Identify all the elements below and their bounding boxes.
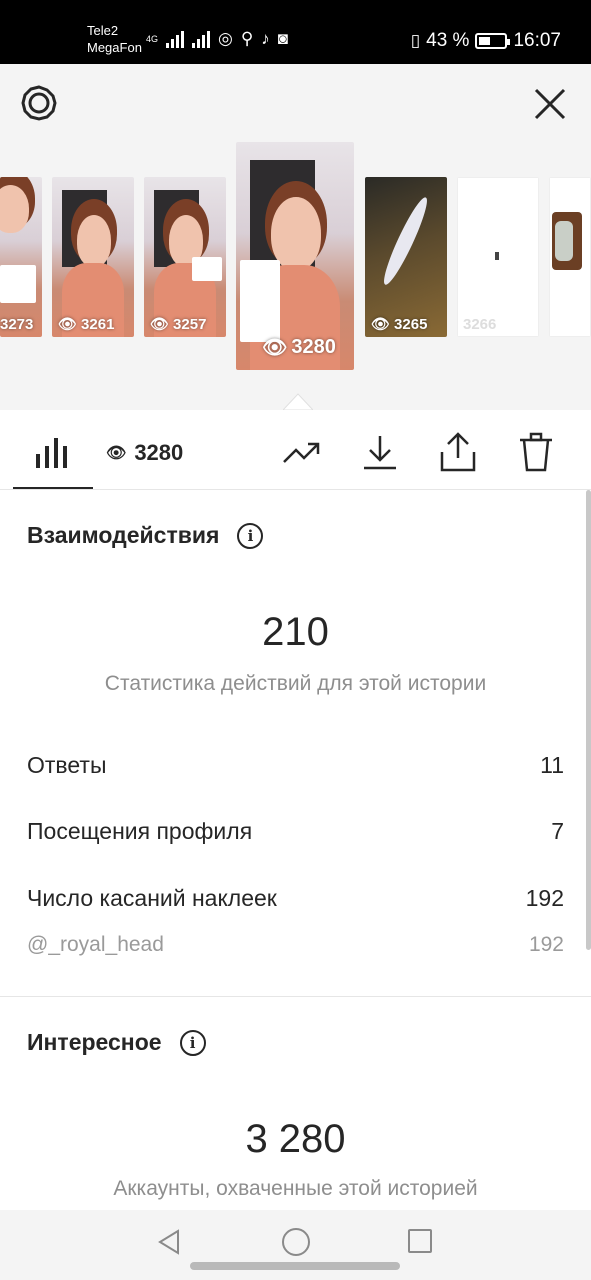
section-divider (0, 996, 591, 997)
eye-icon: 👁 (150, 316, 170, 333)
battery-icon (475, 33, 511, 49)
stat-value: 7 (551, 818, 564, 844)
story-thumbnail[interactable]: 👁 3265 (365, 177, 447, 337)
eye-icon: 👁 (371, 316, 391, 333)
story-strip: 3273 👁 3261 👁 3257 👁 3280 👁 3265 3266 (0, 64, 591, 410)
share-icon[interactable] (436, 430, 480, 474)
story-thumbnail[interactable] (549, 177, 591, 337)
view-count: 3261 (81, 315, 115, 333)
recent-apps-icon[interactable] (408, 1229, 432, 1253)
status-icons-left: 4G ◎ ⚲ ♪ ◙ (146, 30, 288, 48)
view-count: 3280 (291, 336, 336, 358)
view-count: 3257 (173, 315, 207, 333)
system-nav-bar (0, 1210, 591, 1280)
signal-1-icon (166, 30, 184, 48)
stat-label: Число касаний наклеек (27, 885, 277, 911)
signal-2-icon (192, 30, 210, 48)
vibrate-icon: ▯ (410, 31, 421, 50)
interactions-total: 210 (262, 610, 329, 654)
view-count: 3265 (394, 315, 428, 333)
search-icon: ⚲ (240, 29, 254, 48)
view-count: 3266 (463, 316, 497, 333)
home-icon[interactable] (282, 1228, 310, 1256)
stat-label: @_royal_head (27, 933, 164, 956)
info-icon[interactable]: i (237, 522, 264, 549)
gear-icon[interactable] (20, 84, 58, 122)
battery-percent: 43 % (426, 30, 470, 51)
network-type: 4G (146, 33, 159, 44)
trend-icon[interactable] (280, 430, 324, 474)
story-thumbnail-selected[interactable]: 👁 3280 (236, 142, 354, 370)
discovery-title: Интересное (27, 1029, 162, 1055)
story-thumbnail[interactable]: 👁 3261 (52, 177, 134, 337)
viewers-tab[interactable]: 👁 3280 (106, 440, 183, 466)
stat-label: Посещения профиля (27, 818, 253, 844)
scrollbar[interactable] (586, 490, 591, 950)
discovery-caption: Аккаунты, охваченные этой историей (113, 1177, 478, 1200)
viewers-count: 3280 (134, 440, 184, 465)
eye-icon: 👁 (262, 337, 288, 359)
status-bar: Tele2 MegaFon 4G ◎ ⚲ ♪ ◙ ▯ 43 % 16:07 (0, 0, 591, 64)
eye-icon: 👁 (106, 445, 127, 462)
instagram-icon: ◙ (277, 29, 289, 48)
view-count: 3273 (0, 316, 34, 333)
status-icons-right: ▯ 43 % 16:07 (411, 30, 561, 52)
close-icon[interactable] (532, 86, 568, 122)
stat-value: 192 (525, 885, 564, 911)
discovery-heading: Интересное i (27, 1029, 206, 1056)
download-icon[interactable] (358, 430, 402, 474)
carrier-2: MegaFon (87, 40, 142, 55)
stat-value: 192 (528, 933, 564, 956)
carrier-1: Tele2 (87, 23, 119, 38)
carrier-names: Tele2 MegaFon (87, 22, 142, 56)
stat-row-mention-sticker[interactable]: @_royal_head 192 (27, 933, 564, 957)
discovery-total: 3 280 (245, 1117, 346, 1161)
eye-icon: 👁 (58, 316, 78, 333)
home-indicator[interactable] (190, 1262, 400, 1270)
tiktok-icon: ♪ (261, 29, 270, 48)
trash-icon[interactable] (514, 430, 558, 474)
stat-row-profile-visits: Посещения профиля 7 (27, 818, 564, 845)
interactions-title: Взаимодействия (27, 522, 220, 548)
interactions-caption: Статистика действий для этой истории (104, 672, 487, 695)
stat-row-sticker-taps: Число касаний наклеек 192 (27, 885, 564, 912)
interactions-heading: Взаимодействия i (27, 522, 264, 549)
info-icon[interactable]: i (179, 1029, 206, 1056)
clock: 16:07 (513, 30, 561, 51)
active-tab-indicator (13, 487, 93, 489)
stat-label: Ответы (27, 752, 107, 778)
stat-value: 11 (540, 752, 564, 778)
story-thumbnail[interactable]: 3273 (0, 177, 42, 337)
story-thumbnail[interactable]: 3266 (457, 177, 539, 337)
back-icon[interactable] (156, 1228, 182, 1256)
bar-chart-icon[interactable] (36, 434, 70, 468)
hotspot-icon: ◎ (218, 29, 233, 48)
insights-toolbar: 👁 3280 (0, 410, 591, 490)
story-thumbnail[interactable]: 👁 3257 (144, 177, 226, 337)
stat-row-replies: Ответы 11 (27, 752, 564, 779)
selection-pointer (283, 393, 313, 410)
